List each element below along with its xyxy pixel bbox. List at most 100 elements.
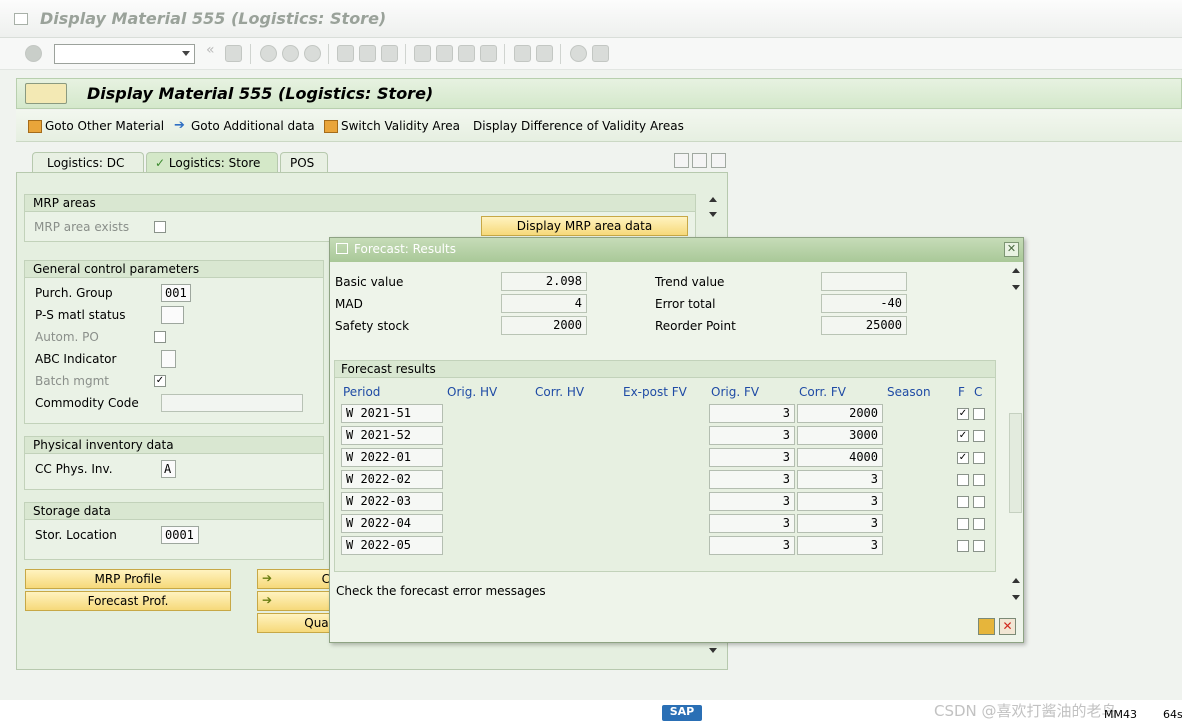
c-checkbox[interactable] — [973, 540, 985, 552]
tab-logistics-store[interactable]: ✓ Logistics: Store — [146, 152, 278, 172]
batch-mgmt-checkbox: ✓ — [154, 375, 166, 387]
find-next-icon[interactable] — [381, 45, 398, 62]
f-checkbox[interactable] — [957, 474, 969, 486]
trend-value-label: Trend value — [655, 275, 725, 289]
f-checkbox[interactable] — [957, 518, 969, 530]
corr-fv-cell[interactable]: 3 — [797, 536, 883, 555]
layout-menu-icon[interactable] — [592, 45, 609, 62]
orig-fv-cell[interactable]: 3 — [709, 426, 795, 445]
tab-scroll-right-icon[interactable] — [692, 153, 707, 168]
period-cell: W 2022-03 — [341, 492, 443, 511]
dialog-title: Forecast: Results — [354, 242, 456, 256]
corr-fv-cell[interactable]: 2000 — [797, 404, 883, 423]
forecast-prof-button[interactable]: Forecast Prof. — [25, 591, 231, 611]
scroll-down-icon[interactable] — [1012, 595, 1020, 600]
switch-validity-area-button[interactable]: Switch Validity Area — [324, 119, 460, 133]
c-checkbox[interactable] — [973, 496, 985, 508]
corr-fv-cell[interactable]: 3 — [797, 514, 883, 533]
display-difference-button[interactable]: Display Difference of Validity Areas — [473, 119, 684, 133]
col-ex-post-fv[interactable]: Ex-post FV — [623, 385, 687, 399]
exit-icon[interactable] — [282, 45, 299, 62]
col-c[interactable]: C — [974, 385, 982, 399]
tab-pos[interactable]: POS — [280, 152, 328, 172]
tab-logistics-dc[interactable]: Logistics: DC — [32, 152, 144, 172]
find-icon[interactable] — [359, 45, 376, 62]
command-field[interactable] — [54, 44, 195, 64]
orig-fv-cell[interactable]: 3 — [709, 514, 795, 533]
col-orig-hv[interactable]: Orig. HV — [447, 385, 497, 399]
f-checkbox[interactable]: ✓ — [957, 430, 969, 442]
orig-fv-cell[interactable]: 3 — [709, 404, 795, 423]
c-checkbox[interactable] — [973, 430, 985, 442]
help-icon[interactable] — [570, 45, 587, 62]
orig-fv-cell[interactable]: 3 — [709, 492, 795, 511]
transaction-code: MM43 — [1104, 708, 1137, 721]
col-corr-hv[interactable]: Corr. HV — [535, 385, 584, 399]
col-corr-fv[interactable]: Corr. FV — [799, 385, 846, 399]
goto-additional-data-button[interactable]: ➔ Goto Additional data — [174, 119, 315, 134]
arrow-button[interactable]: ➔ — [257, 591, 337, 611]
save-icon[interactable] — [225, 45, 242, 62]
cancel-icon[interactable]: ✕ — [999, 618, 1016, 635]
results-scrollbar[interactable] — [1009, 413, 1022, 513]
display-mrp-area-button[interactable]: Display MRP area data — [481, 216, 688, 236]
c-button[interactable]: ➔ C — [257, 569, 337, 589]
qual-button[interactable]: Qual — [257, 613, 337, 633]
collapse-icon[interactable]: « — [206, 42, 216, 59]
purch-group-field[interactable]: 001 — [161, 284, 191, 302]
scroll-up-icon[interactable] — [1012, 268, 1020, 273]
orig-fv-cell[interactable]: 3 — [709, 536, 795, 555]
goto-other-material-button[interactable]: Goto Other Material — [28, 119, 164, 133]
scroll-down-icon[interactable] — [709, 648, 717, 653]
last-page-icon[interactable] — [480, 45, 497, 62]
f-checkbox[interactable]: ✓ — [957, 452, 969, 464]
ps-matl-status-field[interactable] — [161, 306, 184, 324]
f-checkbox[interactable]: ✓ — [957, 408, 969, 420]
c-checkbox[interactable] — [973, 408, 985, 420]
response-time: 64s — [1163, 708, 1182, 721]
corr-fv-cell[interactable]: 3 — [797, 470, 883, 489]
col-period[interactable]: Period — [343, 385, 380, 399]
abc-indicator-field[interactable] — [161, 350, 176, 368]
col-orig-fv[interactable]: Orig. FV — [711, 385, 759, 399]
cc-phys-inv-field[interactable]: A — [161, 460, 176, 478]
tab-scroll-left-icon[interactable] — [674, 153, 689, 168]
first-page-icon[interactable] — [414, 45, 431, 62]
copy-icon[interactable] — [978, 618, 995, 635]
screen-menu-button[interactable] — [25, 83, 67, 104]
corr-fv-cell[interactable]: 3000 — [797, 426, 883, 445]
col-season[interactable]: Season — [887, 385, 931, 399]
scroll-up-icon[interactable] — [1012, 578, 1020, 583]
chevron-down-icon[interactable] — [182, 51, 190, 56]
c-checkbox[interactable] — [973, 518, 985, 530]
prev-page-icon[interactable] — [436, 45, 453, 62]
c-checkbox[interactable] — [973, 474, 985, 486]
enter-icon[interactable] — [25, 45, 42, 62]
orig-fv-cell[interactable]: 3 — [709, 448, 795, 467]
c-checkbox[interactable] — [973, 452, 985, 464]
group-header: Physical inventory data — [25, 437, 323, 454]
stor-location-field[interactable]: 0001 — [161, 526, 199, 544]
window-title: Display Material 555 (Logistics: Store) — [40, 9, 387, 28]
col-f[interactable]: F — [958, 385, 965, 399]
commodity-code-field[interactable] — [161, 394, 303, 412]
scroll-down-icon[interactable] — [1012, 285, 1020, 290]
back-icon[interactable] — [260, 45, 277, 62]
arrow-icon: ➔ — [262, 571, 273, 585]
cancel-icon[interactable] — [304, 45, 321, 62]
corr-fv-cell[interactable]: 4000 — [797, 448, 883, 467]
new-session-icon[interactable] — [514, 45, 531, 62]
print-icon[interactable] — [337, 45, 354, 62]
scroll-up-icon[interactable] — [709, 197, 717, 202]
tab-list-icon[interactable] — [711, 153, 726, 168]
corr-fv-cell[interactable]: 3 — [797, 492, 883, 511]
close-icon[interactable]: ✕ — [1004, 242, 1019, 257]
shortcut-icon[interactable] — [536, 45, 553, 62]
group-header: MRP areas — [25, 195, 695, 212]
mrp-profile-button[interactable]: MRP Profile — [25, 569, 231, 589]
orig-fv-cell[interactable]: 3 — [709, 470, 795, 489]
next-page-icon[interactable] — [458, 45, 475, 62]
f-checkbox[interactable] — [957, 540, 969, 552]
f-checkbox[interactable] — [957, 496, 969, 508]
scroll-down-icon[interactable] — [709, 212, 717, 217]
